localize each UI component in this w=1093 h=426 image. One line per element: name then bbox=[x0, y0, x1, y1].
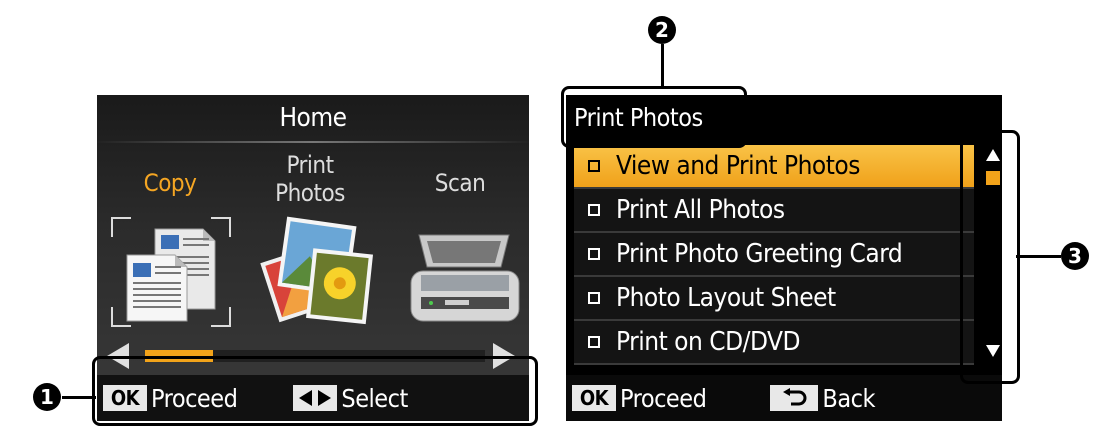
bullet-icon bbox=[588, 248, 600, 260]
callout-leader bbox=[62, 396, 96, 399]
bullet-icon bbox=[588, 204, 600, 216]
menu-list: View and Print Photos Print All Photos P… bbox=[574, 145, 974, 365]
ok-label: Proceed bbox=[620, 383, 707, 413]
back-label: Back bbox=[822, 383, 876, 413]
list-item[interactable]: Print Photo Greeting Card bbox=[574, 233, 974, 277]
photos-icon[interactable] bbox=[255, 213, 375, 325]
ok-key-icon: OK bbox=[572, 385, 616, 411]
menu-label-scan[interactable]: Scan bbox=[415, 169, 505, 197]
callout-leader bbox=[1016, 255, 1061, 258]
menu-label-print-photos[interactable]: Print Photos bbox=[255, 151, 365, 207]
callout-box bbox=[960, 130, 1020, 384]
menu-label-copy[interactable]: Copy bbox=[125, 169, 215, 197]
bullet-icon bbox=[588, 160, 600, 172]
title-divider bbox=[97, 141, 529, 143]
callout-badge: 1 bbox=[33, 383, 61, 411]
scanner-icon[interactable] bbox=[405, 227, 525, 329]
callout-leader bbox=[661, 44, 664, 88]
back-key-icon bbox=[770, 385, 819, 411]
list-item[interactable]: Print on CD/DVD bbox=[574, 321, 974, 365]
copy-documents-icon[interactable] bbox=[111, 217, 231, 327]
print-photos-footer: OK Proceed Back bbox=[566, 375, 1002, 421]
bullet-icon bbox=[588, 336, 600, 348]
callout-box bbox=[92, 356, 538, 426]
list-item[interactable]: Print All Photos bbox=[574, 189, 974, 233]
callout-badge: 2 bbox=[648, 16, 676, 44]
list-item[interactable]: Photo Layout Sheet bbox=[574, 277, 974, 321]
callout-box bbox=[561, 86, 747, 148]
callout-badge: 3 bbox=[1061, 242, 1089, 270]
screen-title: Home bbox=[279, 103, 347, 133]
bullet-icon bbox=[588, 292, 600, 304]
list-item[interactable]: View and Print Photos bbox=[574, 145, 974, 189]
